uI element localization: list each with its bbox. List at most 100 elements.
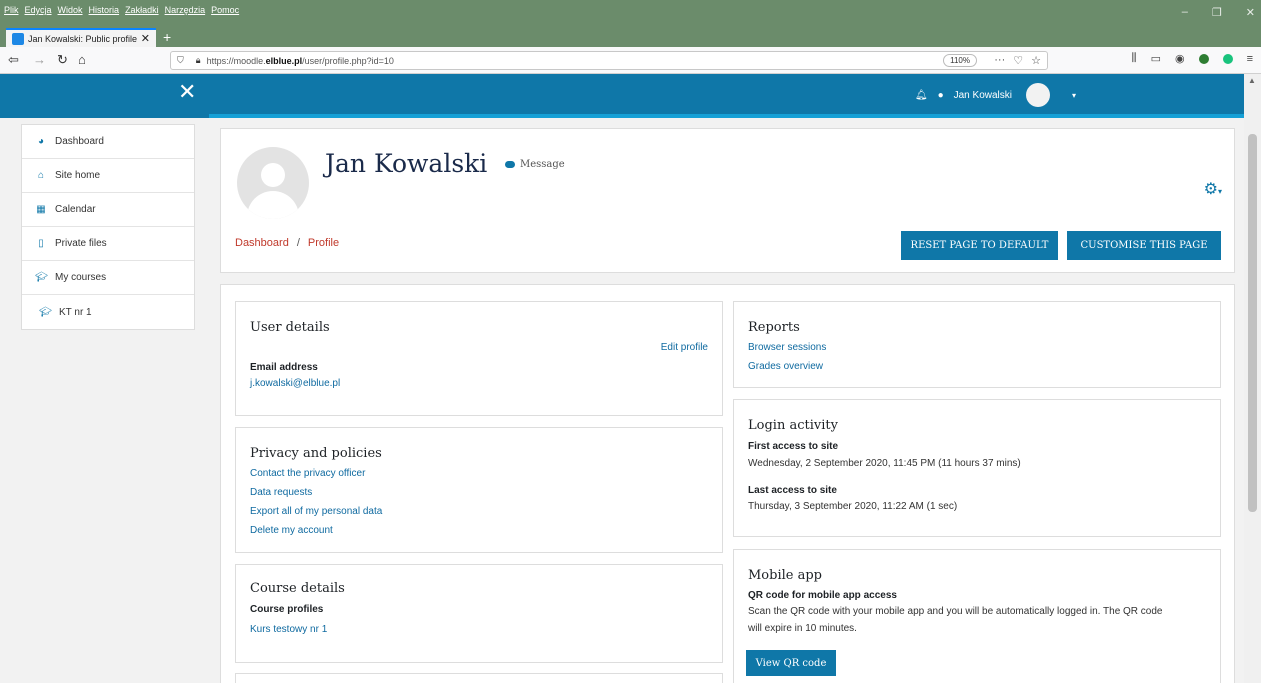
toolbar-icons: ⫼ ▭ ◉ ≡ xyxy=(1132,52,1254,65)
nav-item-label: Dashboard xyxy=(55,136,104,147)
reset-page-button[interactable]: RESET PAGE TO DEFAULT xyxy=(901,231,1058,260)
file-icon: ▯ xyxy=(38,238,44,249)
page-header: Jan Kowalski Message ⚙▾ Dashboard / Profil… xyxy=(220,128,1235,273)
nav-item-dashboard[interactable]: ◕ Dashboard xyxy=(22,125,194,159)
reports-card: Reports Browser sessions Grades overview xyxy=(733,301,1221,388)
course-profiles-label: Course profiles xyxy=(250,604,324,615)
calendar-icon: ▦ xyxy=(36,204,46,215)
avatar-body xyxy=(247,191,299,219)
restore-icon[interactable]: ❐ xyxy=(1212,6,1222,19)
nav-item-label: KT nr 1 xyxy=(59,306,92,318)
mobile-app-card: Mobile app QR code for mobile app access… xyxy=(733,549,1221,683)
new-tab-icon[interactable]: + xyxy=(163,29,171,45)
shield-icon[interactable]: ⛉ xyxy=(177,55,184,66)
first-access-value: Wednesday, 2 September 2020, 11:45 PM (1… xyxy=(748,458,1021,469)
minimize-icon[interactable]: – xyxy=(1182,6,1188,19)
nav-item-private-files[interactable]: ▯ Private files xyxy=(22,227,194,261)
breadcrumb: Dashboard / Profile xyxy=(235,237,339,249)
dashboard-icon: ◕ xyxy=(37,136,45,147)
browser-tab[interactable]: Jan Kowalski: Public profile ✕ xyxy=(6,28,156,47)
tab-title: Jan Kowalski: Public profile xyxy=(28,33,137,44)
account-icon[interactable]: ◉ xyxy=(1175,52,1185,65)
nav-drawer: ◕ Dashboard ⌂ Site home ▦ Calendar ▯ Pri… xyxy=(21,124,195,330)
reload-icon[interactable]: ↻ xyxy=(57,52,68,68)
close-drawer-icon[interactable]: ✕ xyxy=(178,81,196,103)
gear-icon[interactable]: ⚙ xyxy=(1204,181,1218,198)
user-details-card: User details Edit profile Email address … xyxy=(235,301,723,416)
hamburger-menu-icon[interactable]: ≡ xyxy=(1247,53,1253,65)
menu-pomoc[interactable]: Pomoc xyxy=(211,5,239,15)
qr-code-text-line1: Scan the QR code with your mobile app an… xyxy=(748,606,1163,617)
export-data-link[interactable]: Export all of my personal data xyxy=(250,506,382,517)
browser-menubar: Plik Edycja Widok Historia Zakładki Narz… xyxy=(0,0,1261,27)
message-link[interactable]: Message xyxy=(505,159,565,170)
user-name[interactable]: Jan Kowalski xyxy=(954,90,1012,101)
url-host: elblue.pl xyxy=(265,55,303,66)
customise-page-button[interactable]: CUSTOMISE THIS PAGE xyxy=(1067,231,1221,260)
menu-widok[interactable]: Widok xyxy=(58,5,83,15)
menu-plik[interactable]: Plik xyxy=(4,5,19,15)
nav-item-site-home[interactable]: ⌂ Site home xyxy=(22,159,194,193)
message-label: Message xyxy=(520,159,565,170)
bookmark-star-icon[interactable]: ☆ xyxy=(1031,54,1041,67)
pocket-icon[interactable]: ♡ xyxy=(1013,54,1023,67)
next-card xyxy=(235,673,723,683)
message-bubble-icon xyxy=(505,161,515,168)
menu-narzedzia[interactable]: Narzędzia xyxy=(165,5,206,15)
forward-icon[interactable]: → xyxy=(33,52,46,67)
data-requests-link[interactable]: Data requests xyxy=(250,487,312,498)
extension-check-icon[interactable] xyxy=(1198,53,1209,64)
breadcrumb-dashboard[interactable]: Dashboard xyxy=(235,237,289,249)
grades-overview-link[interactable]: Grades overview xyxy=(748,361,823,372)
lock-icon[interactable]: 🔒︎ xyxy=(196,55,201,66)
main-region: User details Edit profile Email address … xyxy=(220,284,1235,683)
qr-code-text-line2: will expire in 10 minutes. xyxy=(748,623,857,634)
topbar-accent-line xyxy=(209,114,1244,118)
sidebar-icon[interactable]: ▭ xyxy=(1151,52,1161,65)
delete-account-link[interactable]: Delete my account xyxy=(250,525,333,536)
moodle-favicon-icon xyxy=(12,32,24,45)
course-details-card: Course details Course profiles Kurs test… xyxy=(235,564,723,663)
privacy-title: Privacy and policies xyxy=(250,446,382,461)
scrollbar-thumb[interactable] xyxy=(1248,134,1257,512)
gear-menu[interactable]: ⚙▾ xyxy=(1204,179,1222,199)
library-icon[interactable]: ⫼ xyxy=(1132,52,1137,65)
extension-grammarly-icon[interactable] xyxy=(1222,53,1233,64)
browser-sessions-link[interactable]: Browser sessions xyxy=(748,342,826,353)
nav-item-calendar[interactable]: ▦ Calendar xyxy=(22,193,194,227)
nav-item-my-courses[interactable]: 🎓︎ My courses xyxy=(22,261,194,295)
url-bar[interactable]: ⛉ 🔒︎ https://moodle. elblue.pl /user/pro… xyxy=(170,51,1048,70)
notification-bell-icon[interactable]: 🔔︎ xyxy=(915,90,928,101)
zoom-indicator[interactable]: 110% xyxy=(943,54,977,67)
user-avatar[interactable] xyxy=(1025,83,1050,107)
scroll-up-icon[interactable]: ▲ xyxy=(1248,76,1256,85)
menu-zakladki[interactable]: Zakładki xyxy=(125,5,159,15)
close-window-icon[interactable]: ✕ xyxy=(1246,6,1255,19)
window-controls: – ❐ ✕ xyxy=(1182,6,1255,19)
email-link[interactable]: j.kowalski@elblue.pl xyxy=(250,378,340,389)
nav-item-kt-nr-1[interactable]: 🎓︎ KT nr 1 xyxy=(22,295,194,329)
menu-historia[interactable]: Historia xyxy=(89,5,120,15)
user-menu[interactable]: 🔔︎ ● Jan Kowalski ▾ xyxy=(915,83,1076,107)
messages-icon[interactable]: ● xyxy=(938,90,944,101)
menu-edycja[interactable]: Edycja xyxy=(25,5,52,15)
nav-item-label: Site home xyxy=(55,170,101,181)
tab-close-icon[interactable]: ✕ xyxy=(141,32,150,45)
url-path: /user/profile.php?id=10 xyxy=(302,55,394,66)
page-actions-icon[interactable]: ··· xyxy=(994,54,1005,67)
breadcrumb-profile[interactable]: Profile xyxy=(308,237,339,249)
chevron-down-icon[interactable]: ▾ xyxy=(1218,187,1222,196)
login-activity-card: Login activity First access to site Wedn… xyxy=(733,399,1221,537)
contact-privacy-officer-link[interactable]: Contact the privacy officer xyxy=(250,468,365,479)
page-scrollbar[interactable]: ▲ xyxy=(1244,74,1261,683)
chevron-down-icon[interactable]: ▾ xyxy=(1072,91,1076,100)
home-icon[interactable]: ⌂ xyxy=(78,52,86,67)
edit-profile-link[interactable]: Edit profile xyxy=(661,342,708,353)
nav-item-label: Private files xyxy=(55,238,107,249)
course-link[interactable]: Kurs testowy nr 1 xyxy=(250,624,327,635)
first-access-label: First access to site xyxy=(748,441,839,452)
page-title: Jan Kowalski xyxy=(325,149,488,178)
back-icon[interactable]: ⇦ xyxy=(8,52,19,68)
tab-strip: Jan Kowalski: Public profile ✕ + xyxy=(0,27,1261,47)
view-qr-code-button[interactable]: View QR code xyxy=(746,650,836,676)
